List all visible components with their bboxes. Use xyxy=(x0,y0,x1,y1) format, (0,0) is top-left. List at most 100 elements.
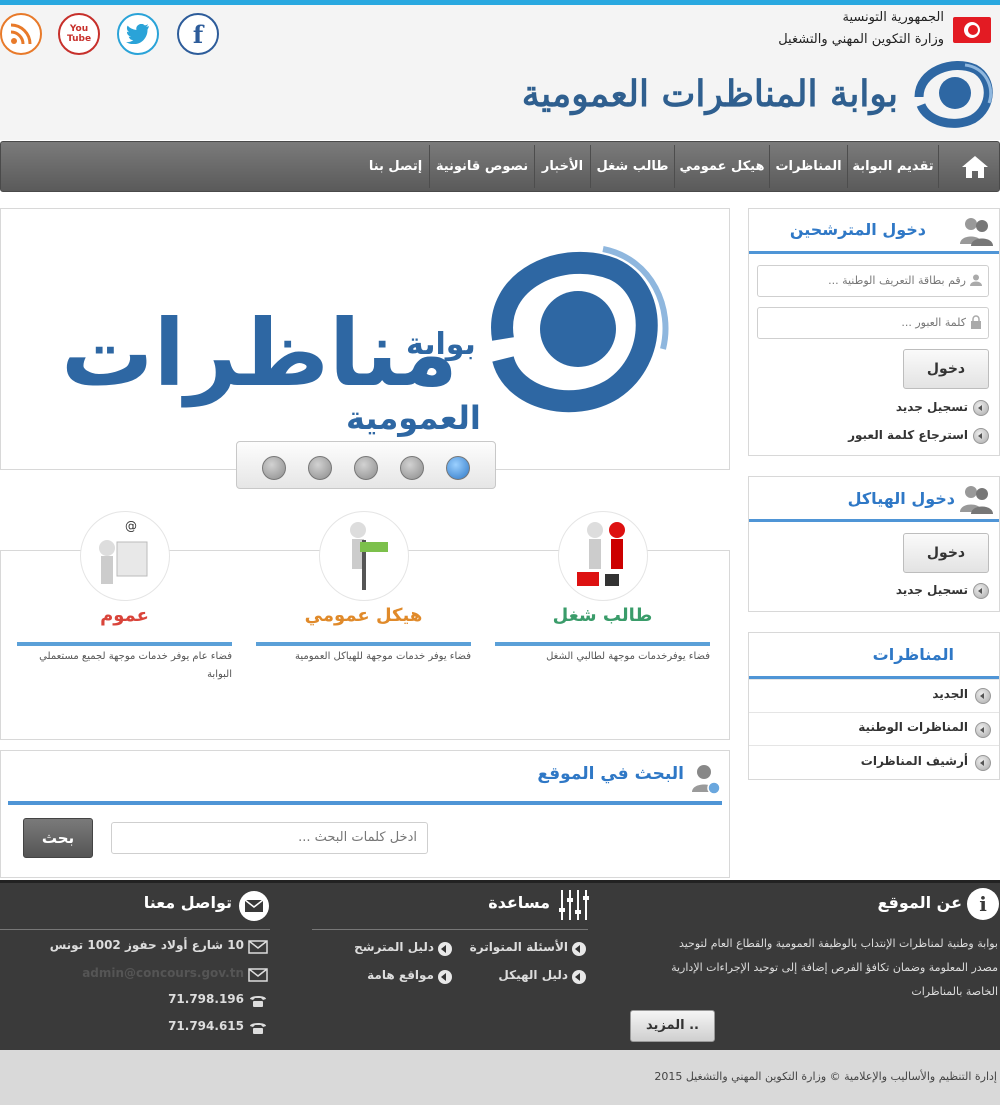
nav-job-seeker[interactable]: طالب شغل xyxy=(592,142,673,191)
users-icon xyxy=(960,218,993,246)
nav-contact[interactable]: إتصل بنا xyxy=(363,142,428,191)
service-title-job-seeker[interactable]: طالب شغل xyxy=(495,605,710,626)
service-desc-general: فضاء عام يوفر خدمات موجهة لجميع مستعملي … xyxy=(39,651,232,680)
user-search-icon xyxy=(692,765,721,795)
arrow-bullet-icon xyxy=(973,428,989,444)
more-button[interactable]: المزيد .. xyxy=(630,1010,715,1042)
structure-login-title: دخول الهياكل xyxy=(847,489,955,508)
search-divider xyxy=(8,801,722,805)
competitions-new-link[interactable]: الجديد xyxy=(932,687,968,701)
arrow-bullet-icon xyxy=(572,942,586,956)
banner-main-text: مناظرات xyxy=(61,300,458,407)
svg-text:@: @ xyxy=(125,519,137,533)
facebook-icon[interactable]: f xyxy=(177,13,219,55)
tunisia-flag-icon xyxy=(953,17,991,43)
competitions-title: المناظرات xyxy=(872,645,954,664)
footer-address: 10 شارع أولاد حفوز 1002 تونس xyxy=(49,938,244,952)
service-desc-public-structure: فضاء يوفر خدمات موجهة للهياكل العمومية xyxy=(295,651,471,662)
portal-logo-icon xyxy=(491,246,669,413)
phone-icon xyxy=(250,1023,266,1034)
footer-candidate-guide-link[interactable]: دليل المترشح xyxy=(354,940,434,954)
sliders-icon xyxy=(559,890,589,920)
structure-register-link[interactable]: تسجيل جديد xyxy=(896,583,968,597)
general-public-figure-icon[interactable]: @ xyxy=(80,511,170,601)
structure-login-button[interactable]: دخول xyxy=(903,533,989,573)
users-icon xyxy=(960,486,993,514)
header: f You Tube الجمهورية التونسية وزارة التك… xyxy=(0,5,1000,140)
nav-news[interactable]: الأخبار xyxy=(536,142,589,191)
youtube-icon[interactable]: You Tube xyxy=(58,13,100,55)
job-seeker-figure-icon[interactable] xyxy=(558,511,648,601)
footer-phone-2: 71.794.615 xyxy=(168,1019,244,1033)
service-divider xyxy=(495,642,710,646)
public-structure-figure-icon[interactable] xyxy=(319,511,409,601)
footer-faq-link[interactable]: الأسئلة المتواترة xyxy=(470,940,568,954)
home-icon[interactable] xyxy=(950,142,1000,191)
country-name: الجمهورية التونسية xyxy=(842,10,944,25)
envelope-icon xyxy=(248,968,268,982)
candidate-login-divider xyxy=(749,251,999,254)
footer-email[interactable]: admin@concours.gov.tn xyxy=(82,966,244,980)
footer-phone-1: 71.798.196 xyxy=(168,992,244,1006)
arrow-bullet-icon xyxy=(438,970,452,984)
candidate-login-title: دخول المترشحين xyxy=(789,220,926,239)
footer-about-title: عن الموقع xyxy=(877,893,962,912)
service-divider xyxy=(17,642,232,646)
nav-competitions[interactable]: المناظرات xyxy=(771,142,846,191)
arrow-bullet-icon xyxy=(973,583,989,599)
password-input[interactable]: كلمة العبور ... xyxy=(757,307,989,339)
lock-icon xyxy=(971,315,981,329)
ministry-name: وزارة التكوين المهني والتشغيل xyxy=(778,32,944,47)
nav-portal-intro[interactable]: تقديم البوابة xyxy=(849,142,937,191)
candidate-login-button[interactable]: دخول xyxy=(903,349,989,389)
nav-public-structure[interactable]: هيكل عمومي xyxy=(676,142,768,191)
footer-help-title: مساعدة xyxy=(488,893,550,912)
service-desc-job-seeker: فضاء يوفرخدمات موجهة لطالبي الشغل xyxy=(546,651,710,662)
copyright: إدارة التنظيم والأساليب والإعلامية © وزا… xyxy=(654,1070,997,1083)
twitter-icon[interactable] xyxy=(117,13,159,55)
slider-pagination xyxy=(236,441,496,489)
arrow-bullet-icon xyxy=(975,722,991,738)
phone-icon xyxy=(250,996,266,1007)
service-title-public-structure[interactable]: هيكل عمومي xyxy=(256,605,471,626)
envelope-icon xyxy=(248,940,268,954)
main-navbar: تقديم البوابة المناظرات هيكل عمومي طالب … xyxy=(0,141,1000,192)
competitions-archive-link[interactable]: أرشيف المناظرات xyxy=(861,754,968,768)
info-icon: i xyxy=(967,888,999,920)
candidate-register-link[interactable]: تسجيل جديد xyxy=(896,400,968,414)
search-button[interactable]: بحث xyxy=(23,818,93,858)
search-input[interactable]: ادخل كلمات البحث ... xyxy=(111,822,428,854)
portal-title[interactable]: بوابة المناظرات العمومية xyxy=(522,73,898,115)
user-icon xyxy=(970,274,982,286)
banner-slider[interactable]: بوابة مناظرات العمومية xyxy=(0,208,730,470)
slider-dot-3[interactable] xyxy=(354,456,378,480)
footer-contact-title: تواصل معنا xyxy=(143,893,232,912)
arrow-bullet-icon xyxy=(975,755,991,771)
nav-legal-texts[interactable]: نصوص قانونية xyxy=(431,142,533,191)
envelope-icon xyxy=(239,891,269,921)
footer-about-text: مصدر المعلومة وضمان تكافؤ الفرص إضافة إل… xyxy=(671,961,998,974)
competitions-national-link[interactable]: المناظرات الوطنية xyxy=(858,720,968,734)
footer-about-text: بوابة وطنية لمناظرات الإنتداب بالوظيفة ا… xyxy=(678,937,998,950)
service-title-general[interactable]: عموم xyxy=(17,605,232,626)
arrow-bullet-icon xyxy=(975,688,991,704)
footer-useful-sites-link[interactable]: مواقع هامة xyxy=(367,968,434,982)
slider-dot-5-active[interactable] xyxy=(446,456,470,480)
arrow-bullet-icon xyxy=(973,400,989,416)
footer-structure-guide-link[interactable]: دليل الهيكل xyxy=(498,968,568,982)
slider-dot-4[interactable] xyxy=(400,456,424,480)
footer-contact-divider xyxy=(0,929,270,930)
search-title: البحث في الموقع xyxy=(537,764,684,784)
national-id-input[interactable]: رقم بطاقة التعريف الوطنية ... xyxy=(757,265,989,297)
slider-dot-2[interactable] xyxy=(308,456,332,480)
footer-about-text: الخاصة بالمناظرات xyxy=(911,985,998,998)
slider-dot-1[interactable] xyxy=(262,456,286,480)
youtube-label: You Tube xyxy=(66,24,92,44)
portal-logo-icon[interactable] xyxy=(913,57,995,129)
rss-icon[interactable] xyxy=(0,13,42,55)
arrow-bullet-icon xyxy=(438,942,452,956)
recover-password-link[interactable]: استرجاع كلمة العبور xyxy=(848,428,968,442)
structure-login-divider xyxy=(749,519,999,522)
footer-help-divider xyxy=(312,929,588,930)
banner-sub-text: العمومية xyxy=(346,399,481,437)
